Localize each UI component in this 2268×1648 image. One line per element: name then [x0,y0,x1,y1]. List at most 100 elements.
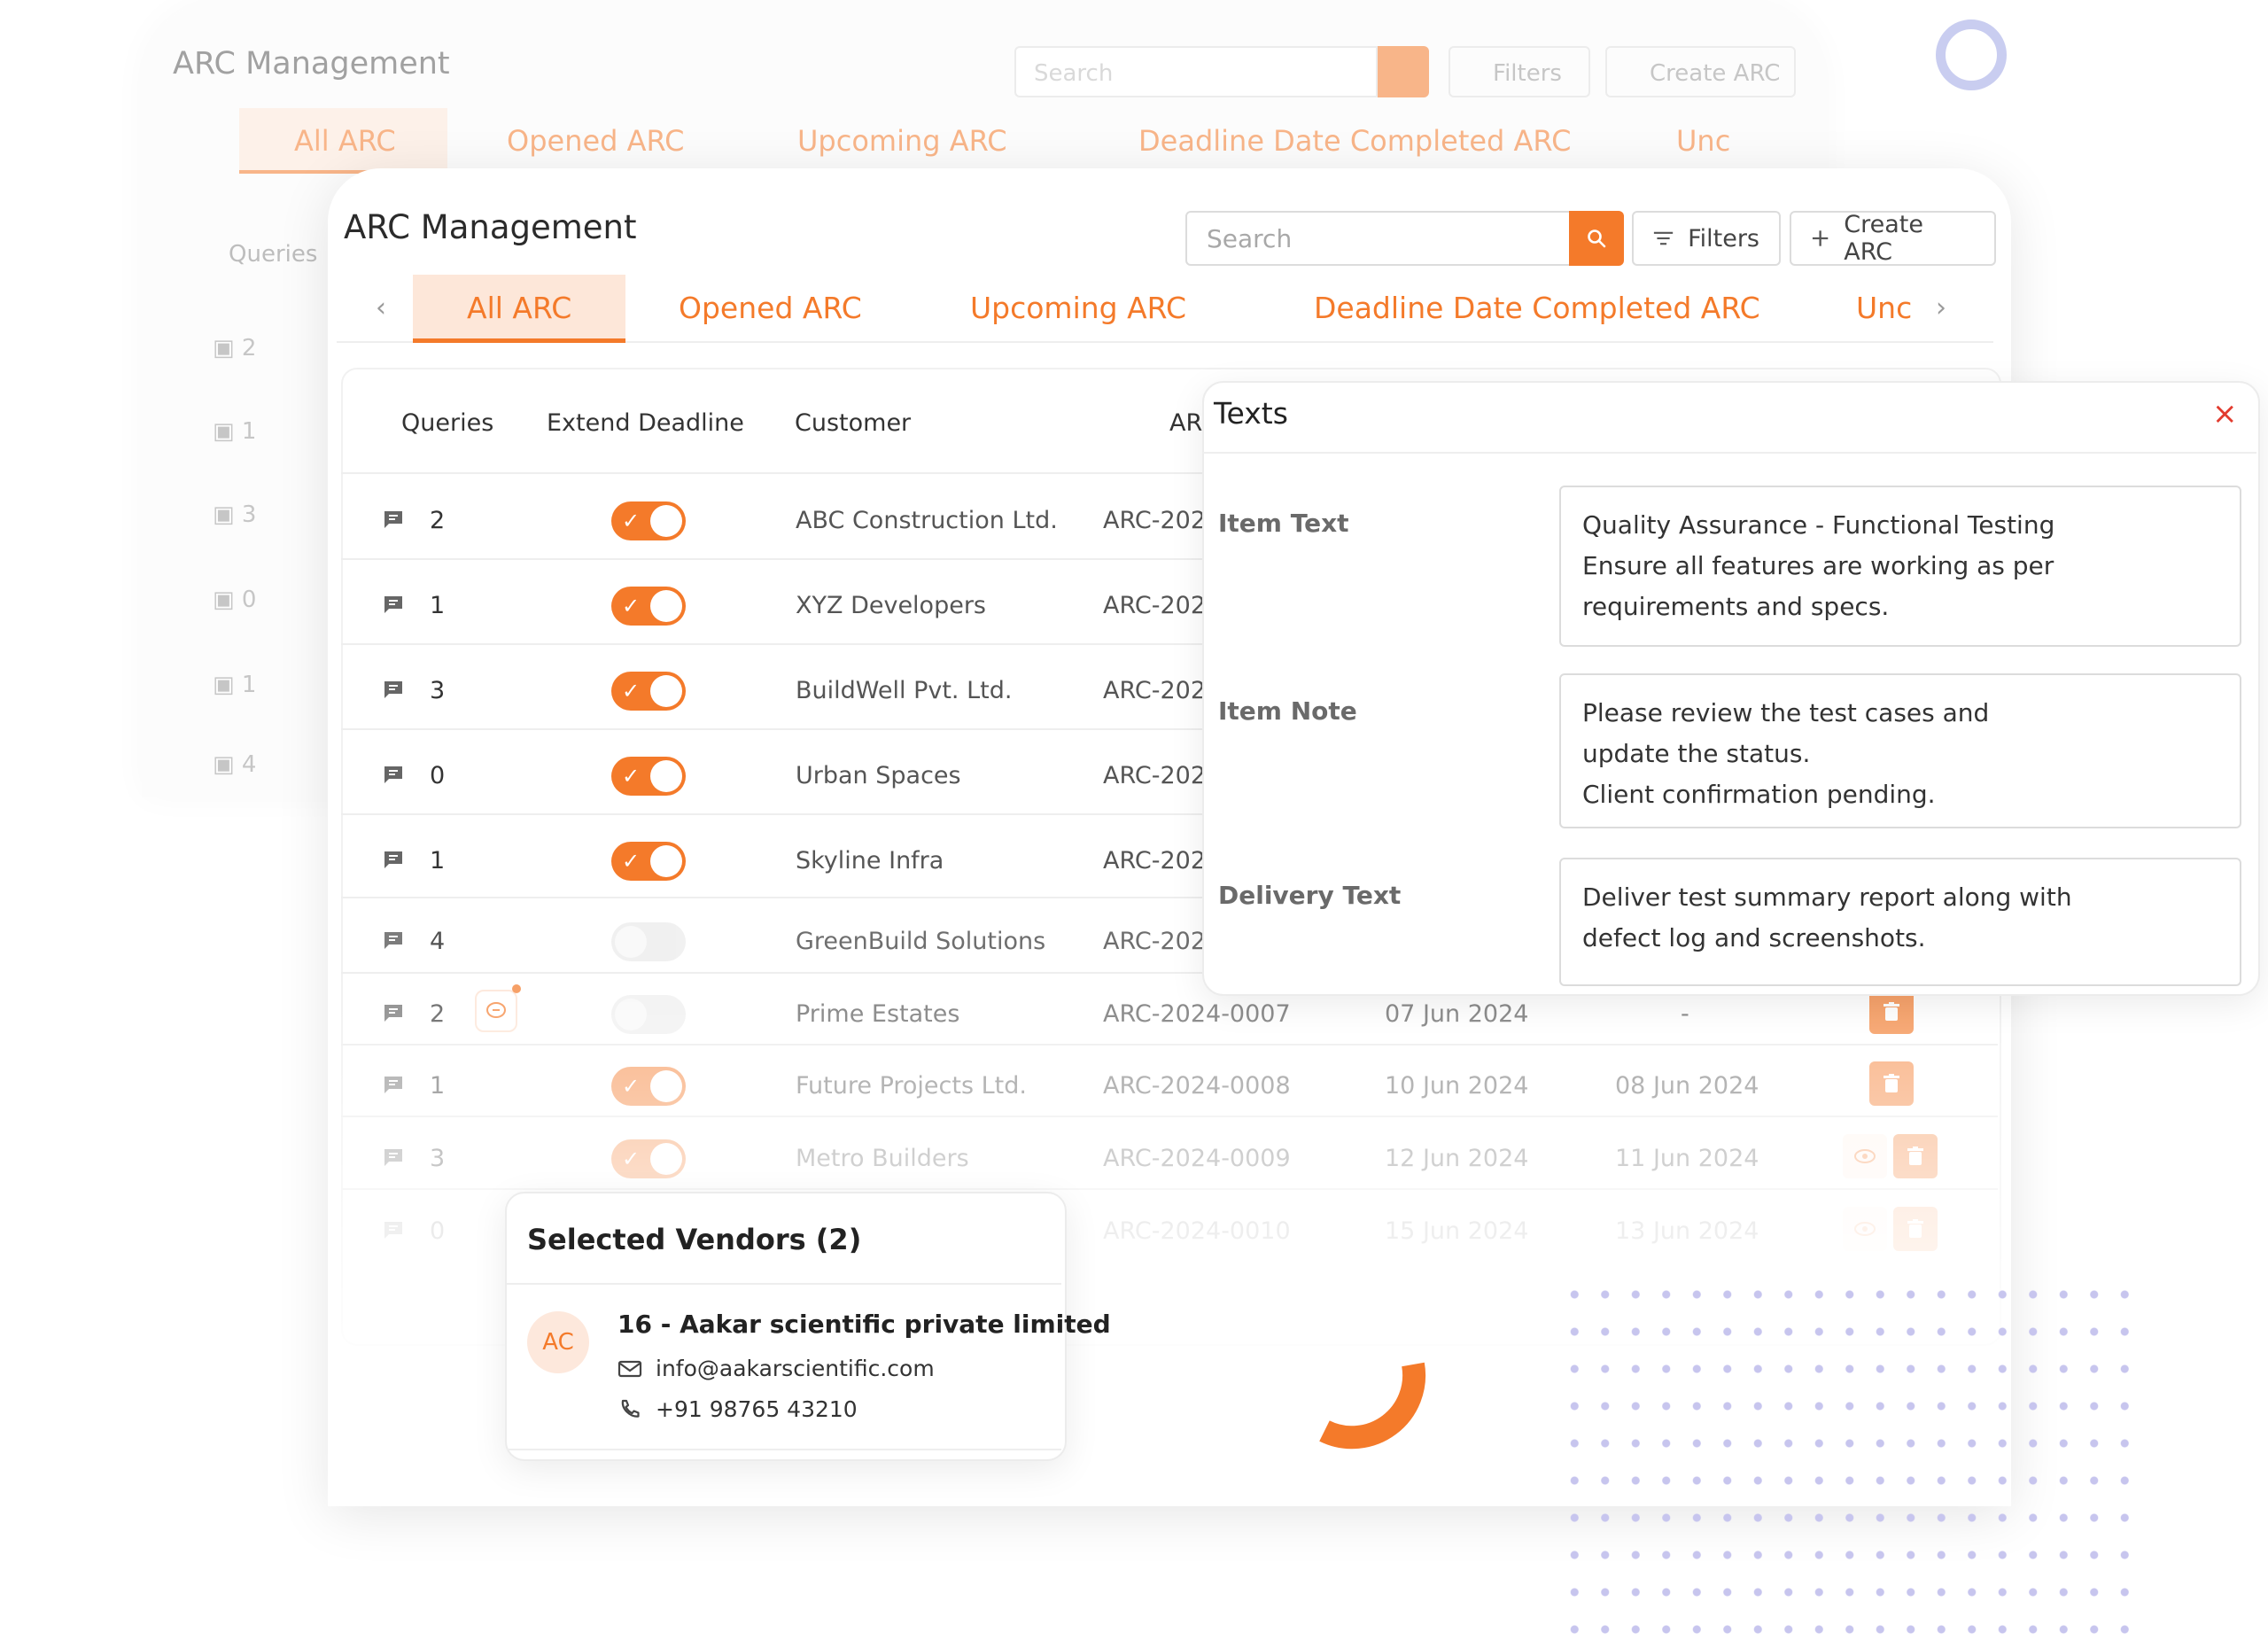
ghost-count: 0 [241,587,257,613]
ghost-count: 3 [241,501,257,528]
toggle-knob [615,926,647,958]
decorative-ring [1936,19,2007,90]
queries-count: 4 [430,928,446,955]
item-note-line: Please review the test cases and [1582,698,1990,727]
tab-unc[interactable]: Unc [1856,291,1912,325]
ghost-title: ARC Management [173,46,450,82]
ghost-row: ▣ 3 [213,501,257,528]
customer-name: Urban Spaces [796,762,961,789]
create-arc-label: Create ARC [1844,211,1923,266]
search-icon [1588,229,1606,248]
item-text-line: Quality Assurance - Functional Testing [1582,510,2055,540]
decorative-arc [1319,1362,1426,1450]
filter-icon [1653,231,1674,245]
ghost-row: ▣ 2 [213,335,257,361]
check-icon: ✓ [622,509,641,533]
extend-deadline-toggle[interactable]: ✓ [611,501,686,540]
header-queries: Queries [401,409,494,437]
customer-name: XYZ Developers [796,592,986,619]
phone-icon [621,1399,640,1418]
comment-icon [384,932,402,949]
vendors-title: Selected Vendors (2) [527,1223,862,1256]
ghost-count: 4 [241,751,257,778]
texts-modal-title: Texts [1214,396,1288,431]
check-icon: ✓ [622,594,641,618]
check-icon: ✓ [622,679,641,704]
vendor-name: 16 - Aakar scientific private limited [617,1310,1111,1339]
create-arc-button[interactable]: Create ARC [1790,211,1996,266]
delivery-text-field[interactable]: Deliver test summary report along with d… [1559,858,2241,986]
customer-name: BuildWell Pvt. Ltd. [796,677,1013,704]
queries-count: 0 [430,762,446,789]
ghost-filters: Filters [1449,46,1590,97]
chevron-right-icon[interactable]: › [1936,292,1946,323]
extend-deadline-toggle[interactable]: ✓ [611,587,686,626]
arc-id: ARC-202 [1103,507,1207,534]
toggle-knob [650,675,682,707]
mail-icon [617,1360,642,1378]
delivery-text-line: Deliver test summary report along with [1582,882,2072,912]
tab-active-underline [413,338,625,343]
search-input[interactable] [1185,211,1571,266]
ghost-tab: Deadline Date Completed ARC [1138,124,1572,158]
delivery-text-label: Delivery Text [1218,881,1402,910]
item-note-label: Item Note [1218,696,1357,726]
extend-deadline-toggle[interactable]: ✓ [611,757,686,796]
tab-deadline-completed-arc[interactable]: Deadline Date Completed ARC [1314,291,1760,325]
arc-id: ARC-202 [1103,847,1207,875]
item-text-line: Ensure all features are working as per [1582,551,2054,580]
item-note-field[interactable]: Please review the test cases and update … [1559,673,2241,828]
customer-name: Skyline Infra [796,847,944,875]
arc-id: ARC-202 [1103,592,1207,619]
ghost-tab: All ARC [294,124,396,158]
comment-icon [384,851,402,868]
item-text-field[interactable]: Quality Assurance - Functional Testing E… [1559,486,2241,647]
plus-icon [1812,230,1829,246]
customer-name: ABC Construction Ltd. [796,507,1058,534]
comment-icon [384,596,402,613]
extend-deadline-toggle[interactable]: ✓ [611,842,686,881]
close-icon[interactable]: × [2212,396,2238,431]
comment-icon [384,681,402,698]
ghost-count: 1 [241,418,257,445]
tab-all-arc[interactable]: All ARC [467,291,571,325]
ghost-row: ▣ 1 [213,418,257,445]
item-note-line: update the status. [1582,739,1811,768]
ghost-row: ▣ 1 [213,672,257,698]
comment-icon [384,511,402,528]
ghost-queries-header: Queries [229,241,318,268]
texts-modal-divider [1202,452,2256,454]
queries-count: 1 [430,592,446,619]
ghost-count: 1 [241,672,257,698]
ghost-tab: Unc [1676,124,1731,158]
arc-id: ARC-202 [1103,762,1207,789]
tab-opened-arc[interactable]: Opened ARC [679,291,862,325]
header-extend-deadline: Extend Deadline [547,409,744,437]
toggle-knob [650,845,682,877]
chevron-left-icon[interactable]: ‹ [376,292,386,323]
search-button[interactable] [1569,211,1624,266]
extend-deadline-toggle[interactable]: ✓ [611,672,686,711]
arc-id: ARC-202 [1103,677,1207,704]
header-arc: AR [1169,409,1203,437]
ghost-row: ▣ 0 [213,587,257,613]
filters-button[interactable]: Filters [1632,211,1781,266]
tab-upcoming-arc[interactable]: Upcoming ARC [970,291,1186,325]
ghost-search: Search [1014,46,1378,97]
extend-deadline-toggle[interactable] [611,922,686,961]
toggle-knob [650,590,682,622]
check-icon: ✓ [622,849,641,874]
vendor-phone[interactable]: +91 98765 43210 [656,1396,858,1422]
check-icon: ✓ [622,764,641,789]
item-text-label: Item Text [1218,509,1349,538]
item-note-line: Client confirmation pending. [1582,780,1936,809]
decorative-dot-grid [1559,1276,2135,1648]
vendor-email[interactable]: info@aakarscientific.com [656,1356,935,1381]
ghost-tab: Upcoming ARC [797,124,1007,158]
ghost-search-button [1378,46,1429,97]
ghost-row: ▣ 4 [213,751,257,778]
vendors-divider [507,1283,1061,1285]
queries-count: 1 [430,847,446,875]
header-customer: Customer [795,409,912,437]
toggle-knob [650,505,682,537]
